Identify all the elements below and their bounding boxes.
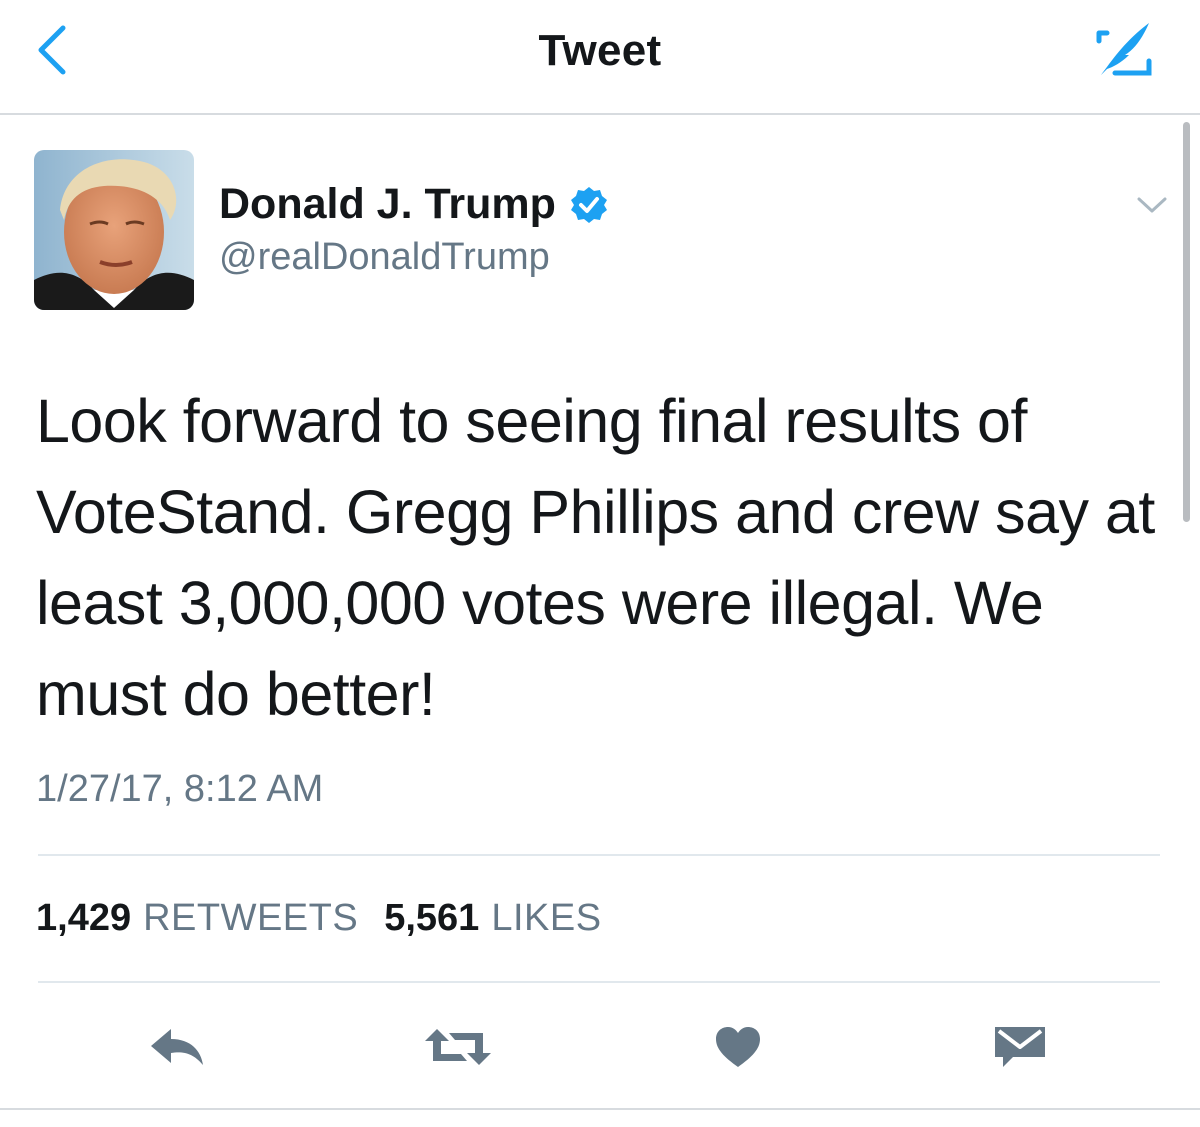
scrollbar[interactable] [1183, 122, 1190, 522]
navigation-bar: Tweet [0, 0, 1200, 115]
chevron-down-icon [1137, 197, 1167, 213]
author-name: Donald J. Trump [219, 180, 556, 228]
tweet-timestamp: 1/27/17, 8:12 AM [36, 768, 324, 810]
page-title: Tweet [538, 26, 662, 75]
verified-badge-icon [570, 186, 607, 223]
author-name-row[interactable]: Donald J. Trump [219, 180, 608, 229]
compose-tweet-icon [1096, 23, 1152, 76]
likes-count: 5,561 [384, 897, 480, 939]
tweet-options-button[interactable] [1132, 190, 1172, 220]
avatar[interactable] [34, 150, 194, 310]
retweet-icon [425, 1029, 491, 1065]
reply-icon [151, 1029, 203, 1065]
reply-button[interactable] [138, 1012, 218, 1082]
retweets-label: RETWEETS [143, 897, 359, 939]
divider [38, 981, 1160, 983]
retweet-button[interactable] [418, 1012, 498, 1082]
compose-tweet-button[interactable] [1088, 14, 1160, 86]
likes-label: LIKES [491, 897, 602, 939]
tweet-text: Look forward to seeing final results of … [36, 387, 1155, 728]
heart-icon [716, 1027, 760, 1067]
likes-stat[interactable]: 5,561 LIKES [384, 897, 601, 940]
like-button[interactable] [698, 1012, 778, 1082]
author-handle[interactable]: @realDonaldTrump [219, 236, 550, 279]
tweet-stats: 1,429 RETWEETS 5,561 LIKES [36, 897, 602, 940]
retweets-count: 1,429 [36, 897, 132, 939]
retweets-stat[interactable]: 1,429 RETWEETS [36, 897, 358, 940]
envelope-icon [995, 1027, 1045, 1067]
divider [38, 854, 1160, 856]
direct-message-button[interactable] [980, 1012, 1060, 1082]
profile-photo [34, 150, 194, 310]
tweet-actions [0, 1012, 1200, 1082]
divider [0, 1108, 1200, 1110]
